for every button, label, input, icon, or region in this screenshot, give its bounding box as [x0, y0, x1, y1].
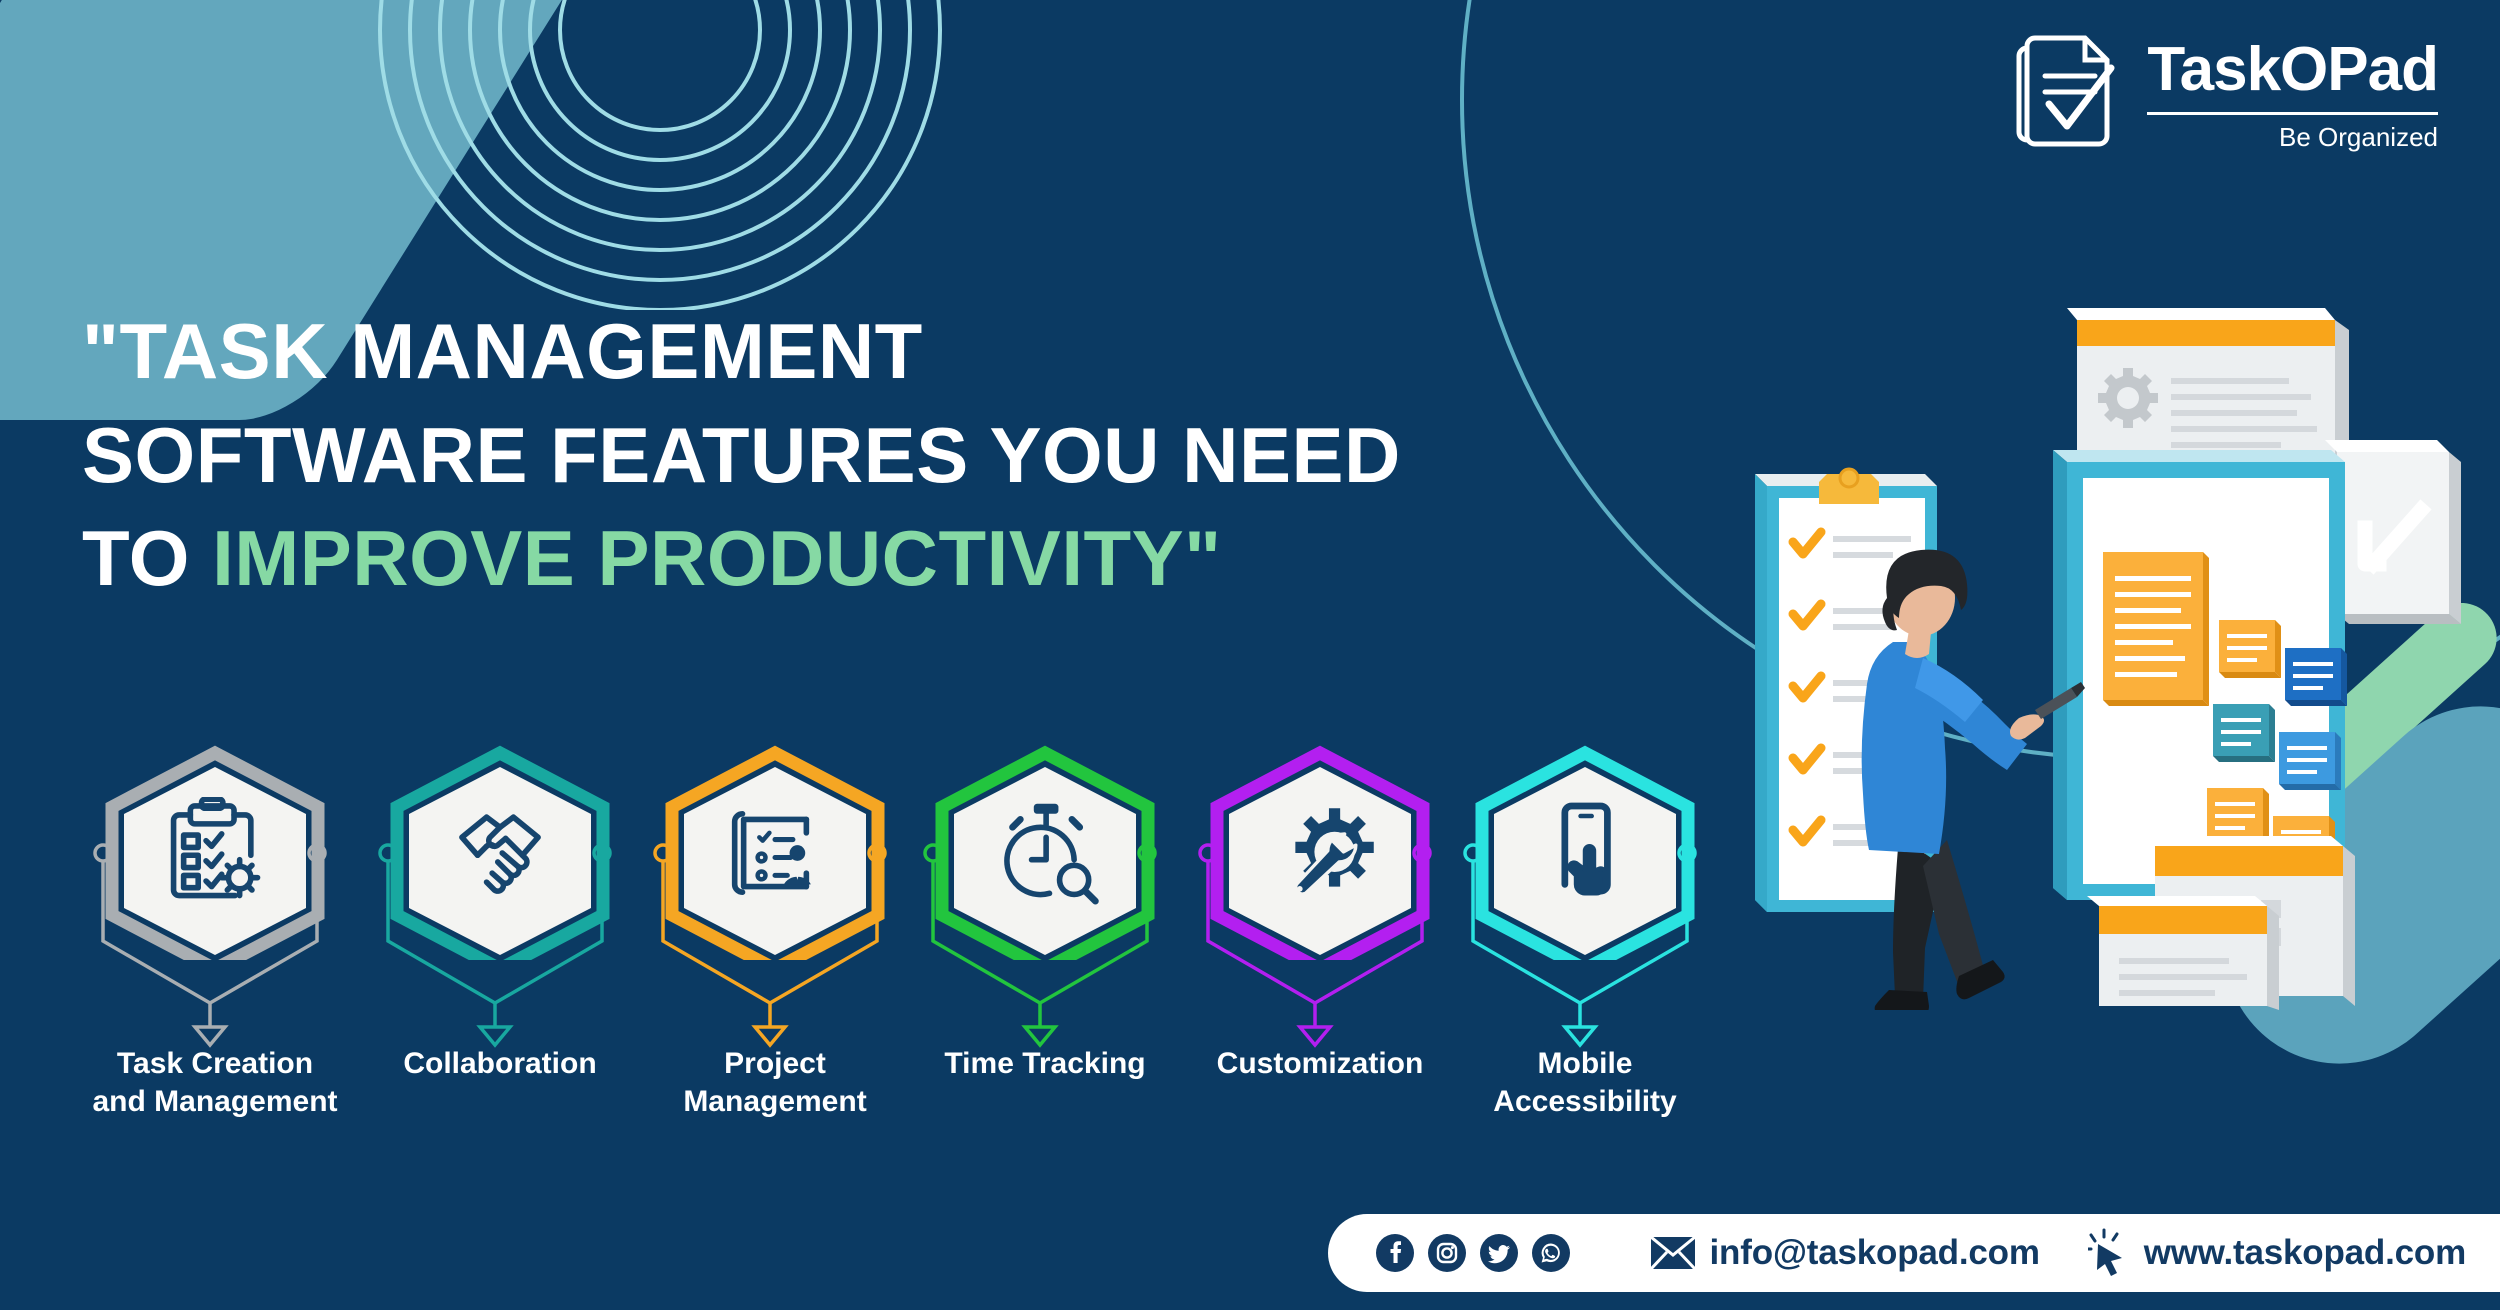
feature-label-4: Time Tracking: [944, 1045, 1145, 1083]
headline-line-3-prefix: TO: [82, 514, 213, 603]
headline-line-3: TO IMPROVE PRODUCTIVITY": [82, 507, 1642, 611]
logo-divider: [2147, 111, 2438, 115]
hexagon-badge-1[interactable]: [100, 745, 330, 960]
hexagon-badge-4[interactable]: [930, 745, 1160, 960]
contact-footer-bar: info@taskopad.com www.taskopad.com: [1327, 1214, 2500, 1292]
twitter-icon[interactable]: [1479, 1234, 1518, 1272]
document-checkmark-icon: [2015, 34, 2123, 154]
headline-line-1: "TASK MANAGEMENT: [82, 307, 923, 395]
logo-brand-text: TaskOPad: [2147, 34, 2439, 104]
logo-tagline: Be Organized: [2279, 121, 2438, 152]
feature-label-4-line1: Time Tracking: [944, 1047, 1146, 1080]
concentric-arcs-decoration: [300, 0, 1020, 310]
hexagon-badge-6[interactable]: [1470, 745, 1700, 960]
feature-item-project-management[interactable]: Project Management: [653, 745, 895, 1118]
website-contact[interactable]: www.taskopad.com: [2085, 1228, 2466, 1278]
feature-item-task-creation[interactable]: Task Creation and Management: [92, 745, 338, 1118]
handshake-icon: [444, 797, 556, 909]
stopwatch-search-icon: [989, 797, 1101, 909]
email-contact[interactable]: info@taskopad.com: [1649, 1233, 2040, 1273]
page-title: "TASK MANAGEMENT SOFTWARE FEATURES YOU N…: [82, 300, 1642, 611]
hexagon-badge-3[interactable]: [660, 745, 890, 960]
website-text: www.taskopad.com: [2143, 1233, 2466, 1272]
feature-label-1-line2: and Management: [92, 1085, 338, 1119]
feature-label-6-line1: Mobile: [1537, 1047, 1633, 1080]
feature-label-5-line1: Customization: [1216, 1047, 1424, 1080]
isometric-task-management-scene: [1735, 280, 2500, 1010]
facebook-icon[interactable]: [1375, 1234, 1414, 1272]
logo-wordmark: TaskOPad Be Organized: [2147, 34, 2439, 152]
feature-label-1: Task Creation and Management: [92, 1045, 337, 1122]
feature-label-3-line2: Management: [683, 1085, 867, 1119]
feature-label-3: Project Management: [683, 1045, 866, 1122]
feature-item-mobile-accessibility[interactable]: Mobile Accessibility: [1463, 745, 1705, 1118]
instagram-icon[interactable]: [1427, 1234, 1466, 1272]
feature-hexagon-row: Task Creation and Management Collaborati…: [0, 745, 1760, 1225]
feature-item-collaboration[interactable]: Collaboration: [378, 745, 620, 1080]
phone-touch-icon: [1529, 797, 1641, 909]
feature-label-2-line1: Collaboration: [403, 1047, 597, 1080]
whatsapp-icon[interactable]: [1531, 1234, 1570, 1272]
feature-label-5: Customization: [1217, 1045, 1424, 1083]
feature-label-1-line1: Task Creation: [116, 1047, 314, 1080]
gear-wrench-icon: [1264, 797, 1376, 909]
headline-line-3-accent: IMPROVE PRODUCTIVITY": [212, 514, 1222, 603]
headline-line-2: SOFTWARE FEATURES YOU NEED: [82, 410, 1401, 499]
feature-label-3-line1: Project: [724, 1047, 826, 1080]
hexagon-badge-2[interactable]: [385, 745, 615, 960]
hexagon-badge-5[interactable]: [1205, 745, 1435, 960]
infographic-canvas: TaskOPad Be Organized "TASK MANAGEMENT S…: [0, 0, 2500, 1310]
clipboard-checklist-gear-icon: [159, 796, 271, 909]
feature-item-time-tracking[interactable]: Time Tracking: [923, 745, 1165, 1080]
email-text: info@taskopad.com: [1709, 1233, 2040, 1272]
brand-logo[interactable]: TaskOPad Be Organized: [2015, 34, 2439, 154]
social-links-group: [1375, 1234, 1570, 1272]
feature-label-6-line2: Accessibility: [1493, 1085, 1677, 1119]
envelope-icon: [1649, 1235, 1696, 1271]
cursor-click-icon: [2085, 1228, 2130, 1278]
project-list-person-icon: [719, 797, 831, 909]
feature-label-6: Mobile Accessibility: [1493, 1045, 1676, 1122]
feature-label-2: Collaboration: [403, 1045, 596, 1083]
feature-item-customization[interactable]: Customization: [1198, 745, 1440, 1080]
